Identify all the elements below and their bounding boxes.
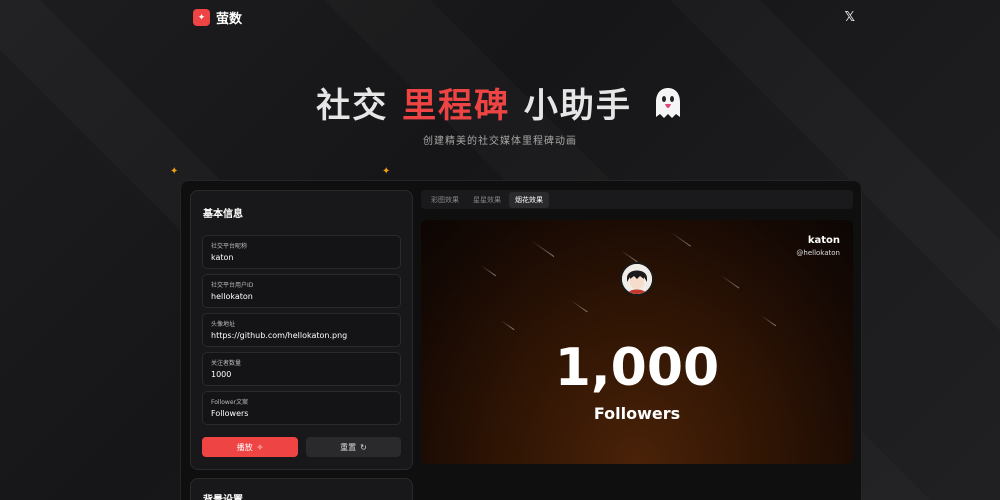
field-label: 头像地址 [211,321,236,328]
field-value: Followers [211,409,249,418]
basic-info-panel: 基本信息 社交平台昵称 katon 社交平台用户ID hellokaton 头像… [190,190,413,470]
hero-title: 社交 里程碑 小助手 [0,78,1000,129]
avatar-url-field[interactable]: 头像地址 https://github.com/hellokaton.png [202,313,401,347]
panel-title: 基本信息 [203,209,243,220]
tab-confetti[interactable]: 彩图效果 [425,192,465,208]
ghost-icon [652,86,684,129]
panel-title: 背景设置 [203,491,243,500]
reset-button[interactable]: 重置 ↻ [306,437,401,457]
hero-title-part1: 社交 [316,86,389,126]
hero-subtitle: 创建精美的社交媒体里程碑动画 [423,136,577,147]
hero-title-part3: 小助手 [523,86,632,126]
field-value: https://github.com/hellokaton.png [211,331,348,340]
brand[interactable]: ✦ 萤数 [193,8,242,27]
tab-fireworks[interactable]: 烟花效果 [509,191,549,208]
follower-count-field[interactable]: 关注者数量 1000 [202,352,401,386]
streak-decoration [620,250,638,263]
play-label: 播放 [236,442,253,452]
streak-decoration [570,300,588,313]
field-value: 1000 [211,370,232,379]
effect-tabs: 彩图效果 星星效果 烟花效果 [421,190,853,209]
streak-decoration [760,315,777,327]
brand-name: 萤数 [216,12,243,27]
background-settings-panel: 背景设置 [190,478,413,500]
field-value: hellokaton [211,292,253,301]
nickname-field[interactable]: 社交平台昵称 katon [202,235,401,269]
follower-label: Followers [593,404,681,423]
tab-stars[interactable]: 星星效果 [467,192,507,208]
field-label: 社交平台用户ID [211,282,254,289]
field-label: 社交平台昵称 [211,243,248,250]
x-logo-icon[interactable]: 𝕏 [845,10,855,25]
top-bar: ✦ 萤数 𝕏 [193,8,855,30]
avatar [620,262,654,296]
follower-text-field[interactable]: Follower文案 Followers [202,391,401,425]
hero-title-highlight: 里程碑 [402,86,511,126]
user-id-field[interactable]: 社交平台用户ID hellokaton [202,274,401,308]
preview-handle: @hellokaton [796,249,840,257]
follower-count: 1,000 [554,338,720,398]
field-label: 关注者数量 [211,360,242,367]
streak-decoration [670,232,691,247]
refresh-icon: ↻ [360,442,367,452]
field-label: Follower文案 [211,399,248,406]
milestone-preview: katon @hellokaton 1,000 Followers [421,220,853,464]
streak-decoration [500,320,515,331]
sparkle-icon: ✦ [382,166,391,177]
sparkle-icon: ✧ [256,442,264,452]
preview-name: katon [807,235,840,246]
sparkle-icon: ✦ [170,166,179,177]
play-button[interactable]: 播放 ✧ [202,437,298,457]
streak-decoration [720,275,740,289]
field-value: katon [211,253,234,262]
streak-decoration [480,265,497,277]
sparkle-icon: ✦ [193,9,210,26]
streak-decoration [530,240,555,257]
reset-label: 重置 [340,442,357,452]
